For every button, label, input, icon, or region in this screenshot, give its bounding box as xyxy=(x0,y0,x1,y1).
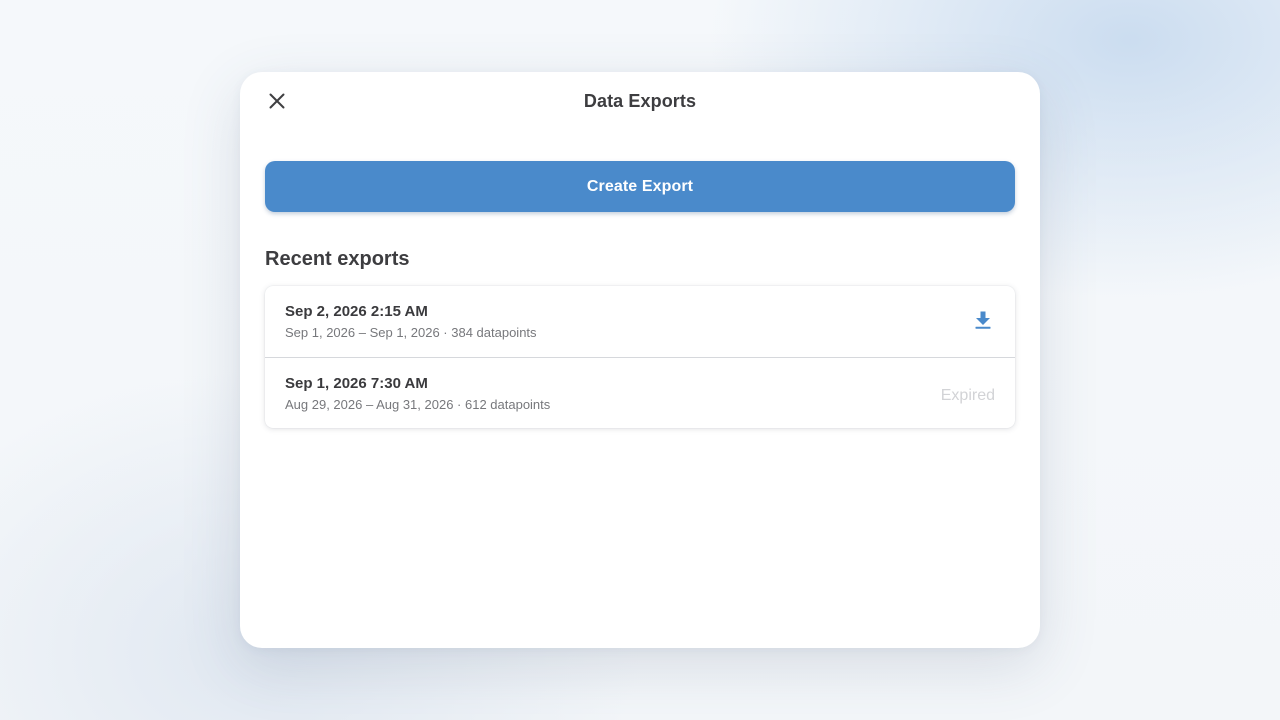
expired-status: Expired xyxy=(940,387,995,404)
create-export-button[interactable]: Create Export xyxy=(265,161,1015,212)
export-item: Sep 1, 2026 7:30 AM Aug 29, 2026 – Aug 3… xyxy=(265,357,1015,428)
export-date: Sep 2, 2026 2:15 AM xyxy=(285,303,428,320)
recent-exports-heading: Recent exports xyxy=(265,248,410,270)
download-button[interactable] xyxy=(971,310,995,334)
export-date: Sep 1, 2026 7:30 AM xyxy=(285,375,428,392)
export-details: Aug 29, 2026 – Aug 31, 2026 · 612 datapo… xyxy=(285,397,551,412)
dialog-title: Data Exports xyxy=(583,91,697,111)
recent-exports-list: Sep 2, 2026 2:15 AM Sep 1, 2026 – Sep 1,… xyxy=(265,286,1015,428)
export-details: Sep 1, 2026 – Sep 1, 2026 · 384 datapoin… xyxy=(285,325,537,340)
data-exports-dialog: Data Exports Create Export Recent export… xyxy=(240,72,1040,648)
download-icon xyxy=(974,310,992,335)
export-item: Sep 2, 2026 2:15 AM Sep 1, 2026 – Sep 1,… xyxy=(265,286,1015,357)
